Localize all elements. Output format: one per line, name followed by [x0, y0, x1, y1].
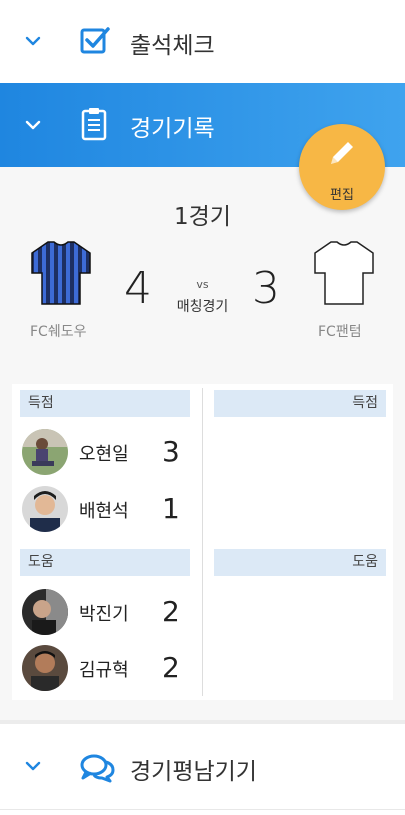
match-stats: 득점 득점 오현일 3 배현석 1 도움 도움 박진기 2 김규혁 2 — [12, 384, 393, 700]
chevron-down-icon — [25, 120, 41, 130]
player-row[interactable]: 배현석 1 — [22, 486, 192, 536]
edit-button[interactable]: 편집 — [299, 124, 385, 210]
home-assists-header: 도움 — [20, 549, 190, 576]
section-label: 경기기록 — [130, 116, 215, 142]
avatar — [22, 486, 68, 532]
match-panel: 1경기 FC쉐도우 4 vs 매칭경기 3 FC팬텀 득점 득점 오현일 3 배… — [0, 167, 405, 720]
player-assist-count: 2 — [162, 651, 180, 684]
checkbox-icon — [80, 27, 110, 54]
avatar — [22, 429, 68, 475]
away-team-name: FC팬텀 — [318, 324, 362, 340]
player-row[interactable]: 박진기 2 — [22, 589, 192, 639]
section-label: 출석체크 — [130, 33, 215, 59]
chevron-down-icon — [25, 761, 41, 771]
away-jersey-icon — [314, 241, 374, 305]
clipboard-icon — [81, 108, 107, 141]
player-goal-count: 3 — [162, 435, 180, 468]
home-team-name: FC쉐도우 — [30, 324, 87, 340]
home-goals-header: 득점 — [20, 390, 190, 417]
chevron-down-icon — [25, 36, 41, 46]
player-row[interactable]: 오현일 3 — [22, 429, 192, 479]
player-assist-count: 2 — [162, 595, 180, 628]
away-assists-header: 도움 — [214, 549, 386, 576]
chat-bubbles-icon — [80, 754, 115, 783]
away-score: 3 — [252, 263, 280, 314]
avatar — [22, 645, 68, 691]
section-label: 경기평남기기 — [130, 759, 257, 785]
player-goal-count: 1 — [162, 492, 180, 525]
avatar — [22, 589, 68, 635]
away-goals-header: 득점 — [214, 390, 386, 417]
section-attendance[interactable]: 출석체크 — [0, 0, 405, 82]
player-name: 박진기 — [79, 604, 129, 625]
player-name: 오현일 — [79, 444, 129, 465]
pencil-icon — [331, 142, 353, 164]
player-name: 김규혁 — [79, 660, 129, 681]
column-divider — [202, 388, 203, 696]
edit-button-label: 편집 — [330, 188, 354, 203]
player-row[interactable]: 김규혁 2 — [22, 645, 192, 695]
player-name: 배현석 — [79, 501, 129, 522]
section-match-review[interactable]: 경기평남기기 — [0, 720, 405, 810]
